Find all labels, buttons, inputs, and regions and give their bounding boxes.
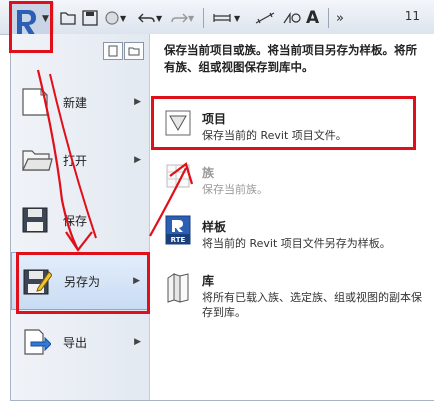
- arrow-up-line: [149, 167, 187, 237]
- arrow-down-head: [65, 231, 93, 252]
- arrow-down-line-2: [49, 73, 97, 239]
- arrow-up-head: [169, 162, 194, 185]
- annotation-arrows: [36, 69, 194, 252]
